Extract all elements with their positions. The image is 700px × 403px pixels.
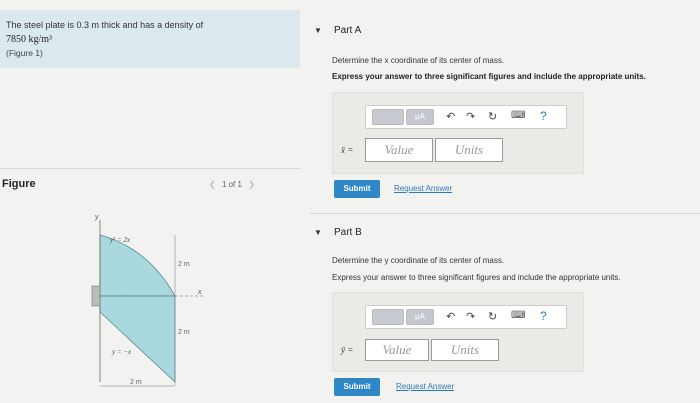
help-icon[interactable]: ? — [540, 109, 547, 123]
x-axis-label: x — [197, 289, 202, 296]
units-button[interactable]: μA — [406, 109, 434, 125]
part-a-var-label: x̄ = — [341, 145, 354, 155]
part-a-request-answer-link[interactable]: Request Answer — [394, 184, 452, 193]
figure-pager: ❮ 1 of 1 ❯ — [205, 180, 259, 189]
figure-diagram: y² = 2x y = −x 2 m 2 m 2 m x y — [91, 214, 205, 387]
redo-icon[interactable]: ↷ — [466, 110, 475, 123]
problem-text: The steel plate is 0.3 m thick and has a… — [6, 20, 204, 30]
chevron-left-icon[interactable]: ❮ — [209, 180, 216, 189]
undo-icon[interactable]: ↶ — [446, 110, 455, 123]
part-b-units-input[interactable]: Units — [431, 339, 499, 361]
part-b-instruction: Determine the y coordinate of its center… — [332, 256, 505, 265]
template-icon[interactable] — [372, 309, 404, 325]
curve1-label: y² = 2x — [109, 236, 131, 244]
help-icon[interactable]: ? — [540, 309, 547, 323]
curve2-label: y = −x — [111, 348, 132, 356]
part-a-toolbar: μA ↶ ↷ ↻ ⌨ ? — [365, 105, 567, 129]
reset-icon[interactable]: ↻ — [488, 110, 497, 123]
part-a-instruction: Determine the x coordinate of its center… — [332, 56, 505, 65]
part-b-value-input[interactable]: Value — [365, 339, 429, 361]
part-a-value-input[interactable]: Value — [365, 138, 433, 162]
part-a-title[interactable]: Part A — [334, 25, 361, 36]
problem-statement: The steel plate is 0.3 m thick and has a… — [0, 10, 300, 68]
part-a-instruction2: Express your answer to three significant… — [332, 72, 646, 81]
undo-icon[interactable]: ↶ — [446, 310, 455, 323]
part-b-request-answer-link[interactable]: Request Answer — [396, 382, 454, 391]
chevron-right-icon[interactable]: ❯ — [248, 180, 255, 189]
part-b-var-label: ȳ = — [341, 345, 354, 355]
dim-mid-label: 2 m — [178, 329, 190, 336]
part-a-submit-button[interactable]: Submit — [334, 180, 380, 198]
part-a-units-input[interactable]: Units — [435, 138, 503, 162]
reset-icon[interactable]: ↻ — [488, 310, 497, 323]
plate-shape — [99, 234, 176, 383]
caret-down-icon[interactable]: ▼ — [314, 228, 322, 237]
keyboard-icon[interactable]: ⌨ — [511, 110, 525, 121]
part-b-title[interactable]: Part B — [334, 227, 362, 238]
part-b-answer-box: μA ↶ ↷ ↻ ⌨ ? ȳ = Value Units — [332, 292, 584, 372]
part-b-instruction2: Express your answer to three significant… — [332, 273, 621, 282]
figure-link[interactable]: (Figure 1) — [6, 48, 43, 58]
part-b-submit-button[interactable]: Submit — [334, 378, 380, 396]
units-button[interactable]: μA — [406, 309, 434, 325]
dim-bottom-label: 2 m — [130, 379, 142, 386]
part-a-answer-box: μA ↶ ↷ ↻ ⌨ ? x̄ = Value Units — [332, 92, 584, 174]
divider — [0, 168, 300, 169]
pager-text: 1 of 1 — [221, 180, 242, 189]
caret-down-icon[interactable]: ▼ — [314, 26, 322, 35]
keyboard-icon[interactable]: ⌨ — [511, 310, 525, 321]
template-icon[interactable] — [372, 109, 404, 125]
part-b-toolbar: μA ↶ ↷ ↻ ⌨ ? — [365, 305, 567, 329]
wall-support — [91, 285, 101, 307]
y-axis-label: y — [94, 214, 99, 221]
figure-heading: Figure — [2, 178, 36, 190]
dim-top-label: 2 m — [178, 261, 190, 268]
redo-icon[interactable]: ↷ — [466, 310, 475, 323]
density-value: 7850 kg/m³ — [6, 34, 53, 45]
divider — [310, 213, 700, 214]
